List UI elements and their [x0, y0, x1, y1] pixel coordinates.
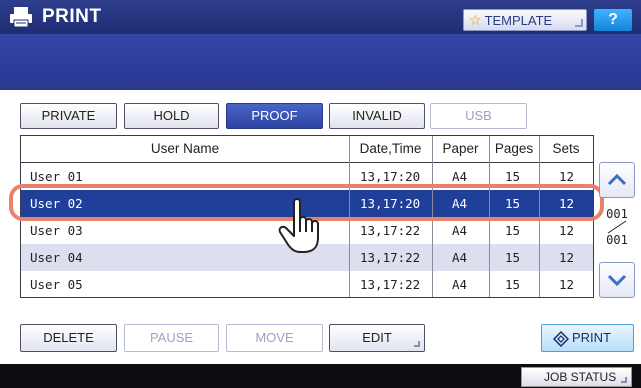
job-status-button[interactable]: JOB STATUS	[521, 367, 632, 387]
tab-hold[interactable]: HOLD	[124, 103, 219, 129]
template-label: TEMPLATE	[484, 12, 553, 28]
template-button[interactable]: ☆ TEMPLATE	[463, 9, 587, 31]
cell-pages: 15	[505, 223, 521, 238]
help-button[interactable]: ?	[594, 9, 632, 31]
tab-private[interactable]: PRIVATE	[20, 103, 117, 129]
chevron-down-icon	[607, 274, 627, 287]
title-bar: PRINT ☆ TEMPLATE ?	[0, 0, 641, 34]
delete-button[interactable]: DELETE	[20, 324, 117, 352]
page-total: 001	[606, 233, 628, 247]
page-current: 001	[606, 207, 628, 221]
cell-pages: 15	[505, 277, 521, 292]
tab-invalid[interactable]: INVALID	[329, 103, 425, 129]
cell-sets: 12	[559, 223, 575, 238]
corner-arrow-icon	[621, 377, 627, 383]
cell-time: 13,17:22	[360, 223, 421, 238]
cell-time: 13,17:22	[360, 250, 421, 265]
corner-arrow-icon	[414, 341, 420, 347]
cell-user: User 05	[30, 277, 83, 292]
move-button: MOVE	[226, 324, 323, 352]
hand-pointer-icon	[278, 198, 319, 253]
corner-arrow-icon	[575, 19, 583, 27]
tab-proof[interactable]: PROOF	[226, 103, 323, 129]
column-header-pages: Pages	[494, 141, 534, 156]
header-divider	[21, 162, 593, 163]
cell-user: User 03	[30, 223, 83, 238]
cell-paper: A4	[452, 223, 468, 238]
cell-paper: A4	[452, 277, 468, 292]
printer-icon	[10, 7, 32, 28]
star-icon: ☆	[469, 11, 482, 28]
cell-time: 13,17:22	[360, 277, 421, 292]
cell-pages: 15	[505, 250, 521, 265]
cell-sets: 12	[559, 277, 575, 292]
scroll-up-button[interactable]	[599, 162, 635, 198]
cell-sets: 12	[559, 250, 575, 265]
message-band	[0, 34, 641, 90]
column-header-paper: Paper	[442, 141, 479, 156]
column-header-user-name: User Name	[150, 141, 220, 156]
edit-label: EDIT	[362, 330, 392, 345]
print-label: PRINT	[572, 330, 611, 345]
scroll-down-button[interactable]	[599, 262, 635, 298]
print-button[interactable]: PRINT	[541, 324, 634, 352]
chevron-up-icon	[607, 173, 627, 186]
tab-usb: USB	[430, 103, 527, 129]
cell-paper: A4	[452, 250, 468, 265]
page-title: PRINT	[42, 6, 102, 27]
edit-button[interactable]: EDIT	[329, 324, 425, 352]
column-header-date-time: Date,Time	[359, 141, 422, 156]
table-row[interactable]: User 05 13,17:22 A4 15 12	[21, 271, 593, 298]
pause-button: PAUSE	[124, 324, 219, 352]
column-header-sets: Sets	[552, 141, 580, 156]
cell-user: User 04	[30, 250, 83, 265]
job-status-label: JOB STATUS	[544, 370, 617, 384]
start-diamond-icon	[553, 331, 569, 347]
page-separator	[607, 220, 627, 234]
